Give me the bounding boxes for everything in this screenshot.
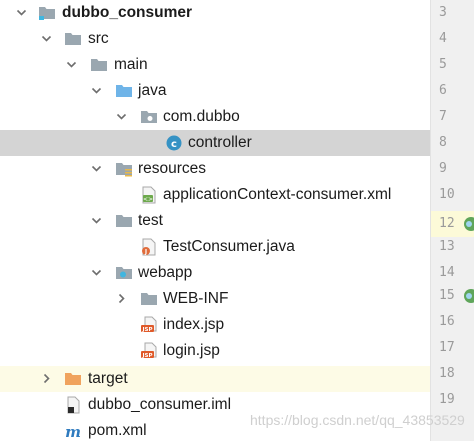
tree-item-label: resources <box>138 160 207 177</box>
package-icon <box>141 111 157 123</box>
chevron-down-icon[interactable] <box>91 163 102 174</box>
module-folder-icon <box>39 7 55 20</box>
iml-file-icon <box>67 396 80 414</box>
tree-item-label: dubbo_consumer <box>62 4 193 21</box>
line-number: 16 <box>439 314 455 329</box>
chevron-down-icon[interactable] <box>41 33 52 44</box>
tree-item-java[interactable]: java <box>0 78 430 104</box>
line-number: 10 <box>439 187 455 202</box>
line-number: 5 <box>439 57 447 72</box>
excluded-folder-icon <box>65 373 81 385</box>
editor-gutter: 3 4 5 6 7 8 9 10 11 12 13 14 15 16 17 18… <box>430 0 474 441</box>
chevron-down-icon[interactable] <box>66 59 77 70</box>
tree-item-label: index.jsp <box>163 316 225 333</box>
chevron-down-icon[interactable] <box>116 111 127 122</box>
line-number: 19 <box>439 392 455 407</box>
tree-item-label: java <box>138 82 167 99</box>
tree-item-label: com.dubbo <box>163 108 240 125</box>
line-number: 15 <box>431 283 474 309</box>
line-number: 6 <box>439 83 447 98</box>
tree-item-src[interactable]: src <box>0 26 430 52</box>
chevron-right-icon[interactable] <box>41 373 52 384</box>
resources-folder-icon <box>116 163 132 177</box>
tree-item-label: dubbo_consumer.iml <box>88 396 232 413</box>
tree-item-label: webapp <box>138 264 193 281</box>
line-number: 7 <box>439 109 447 124</box>
svg-text:<>: <> <box>143 196 153 203</box>
svg-text:JSP: JSP <box>141 353 152 359</box>
tree-item-web-inf[interactable]: WEB-INF <box>0 286 430 312</box>
project-tree: dubbo_consumer src main java com.dubbo c… <box>0 0 430 441</box>
tree-item-application-context-xml[interactable]: <> applicationContext-consumer.xml <box>0 182 430 208</box>
tree-item-main[interactable]: main <box>0 52 430 78</box>
chevron-down-icon[interactable] <box>91 85 102 96</box>
bean-gutter-icon[interactable] <box>462 287 474 305</box>
line-number: 9 <box>439 161 447 176</box>
folder-icon <box>141 293 157 305</box>
folder-icon <box>116 215 132 227</box>
tree-item-label: target <box>88 370 128 387</box>
svg-text:c: c <box>171 139 177 150</box>
folder-icon <box>65 33 81 45</box>
watermark: https://blog.csdn.net/qq_43853529 <box>250 412 465 428</box>
maven-icon: m <box>65 423 81 440</box>
svg-text:JSP: JSP <box>141 327 152 333</box>
svg-text:m: m <box>65 423 81 440</box>
tree-item-target[interactable]: target <box>0 366 430 392</box>
line-number: 3 <box>439 5 447 20</box>
tree-item-label: applicationContext-consumer.xml <box>163 186 392 203</box>
tree-item-label: TestConsumer.java <box>163 238 295 255</box>
tree-item-label: pom.xml <box>88 422 147 439</box>
tree-item-controller[interactable]: c controller <box>0 130 430 156</box>
tree-item-login-jsp[interactable]: JSP login.jsp <box>0 338 430 364</box>
tree-item-webapp[interactable]: webapp <box>0 260 430 286</box>
tree-item-label: WEB-INF <box>163 290 229 307</box>
tree-item-label: test <box>138 212 163 229</box>
tree-item-label: main <box>114 56 148 73</box>
tree-item-test-consumer-java[interactable]: J TestConsumer.java <box>0 234 430 260</box>
source-root-folder-icon <box>116 85 132 97</box>
bean-gutter-icon[interactable] <box>462 215 474 233</box>
line-number: 17 <box>439 340 455 355</box>
chevron-down-icon[interactable] <box>91 267 102 278</box>
line-number: 13 <box>439 239 455 254</box>
tree-item-resources[interactable]: resources <box>0 156 430 182</box>
tree-item-index-jsp[interactable]: JSP index.jsp <box>0 312 430 338</box>
folder-icon <box>91 59 107 71</box>
tree-item-label: controller <box>188 134 252 151</box>
web-folder-icon <box>116 267 132 279</box>
tree-item-label: login.jsp <box>163 342 220 359</box>
tree-item-test[interactable]: test <box>0 208 430 234</box>
chevron-right-icon[interactable] <box>116 293 127 304</box>
tree-item-com-dubbo[interactable]: com.dubbo <box>0 104 430 130</box>
line-number: 18 <box>439 366 455 381</box>
tree-item-label: src <box>88 30 109 47</box>
spring-xml-icon: <> <box>142 186 156 204</box>
jsp-file-icon: JSP <box>141 316 157 333</box>
tree-item-dubbo-consumer[interactable]: dubbo_consumer <box>0 0 430 26</box>
jsp-file-icon: JSP <box>141 342 157 359</box>
line-number: 8 <box>439 135 447 150</box>
chevron-down-icon[interactable] <box>16 7 27 18</box>
line-number: 4 <box>439 31 447 46</box>
java-file-icon: J <box>142 238 156 256</box>
class-icon: c <box>166 135 182 151</box>
chevron-down-icon[interactable] <box>91 215 102 226</box>
svg-text:J: J <box>144 249 147 256</box>
